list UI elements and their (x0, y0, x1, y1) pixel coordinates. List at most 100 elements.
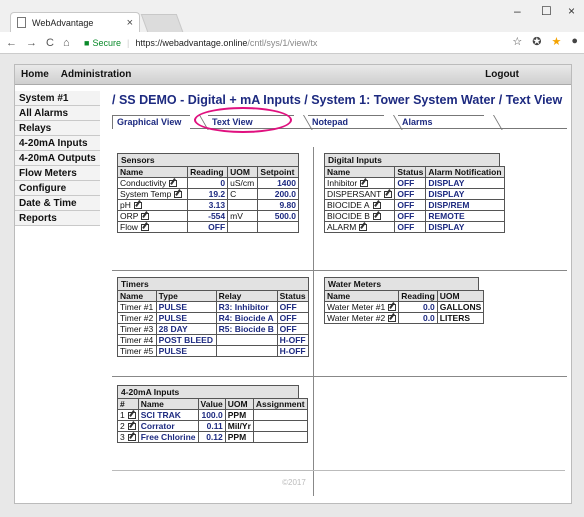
tab-graphical[interactable]: Graphical View (112, 115, 209, 130)
sidebar-item-ma-outputs[interactable]: 4-20mA Outputs (15, 151, 100, 166)
sidebar-item-configure[interactable]: Configure (15, 181, 100, 196)
table-row: pH 3.13 9.80 (116, 199, 299, 211)
timer-status: H-OFF (276, 334, 310, 346)
ma-uom: Mil/Yr (224, 420, 254, 432)
edit-icon[interactable] (169, 180, 178, 188)
tab-close-icon[interactable]: × (127, 17, 133, 29)
ma-num: 1 (120, 410, 125, 420)
edit-icon[interactable] (174, 191, 183, 199)
timers-panel: Timers Name Type Relay Status Timer #1 P… (117, 277, 310, 357)
col-header: Name (323, 166, 396, 178)
back-icon[interactable]: ← (6, 37, 17, 49)
url-field[interactable]: ■ Secure | https://webadvantage.online /… (84, 35, 524, 51)
table-row: Timer #3 28 DAY R5: Biocide B OFF (117, 323, 310, 335)
edit-icon[interactable] (127, 434, 136, 442)
sidebar-item-system[interactable]: System #1 (15, 91, 100, 106)
secure-label: Secure (92, 38, 121, 48)
table-row: Conductivity 0 uS/cm 1400 (116, 177, 299, 189)
col-header: Status (276, 290, 310, 302)
sidebar-item-flow-meters[interactable]: Flow Meters (15, 166, 100, 181)
timer-type: PULSE (155, 312, 217, 324)
browser-tab[interactable]: WebAdvantage × (10, 12, 140, 32)
edit-icon[interactable] (388, 315, 397, 323)
edit-icon[interactable] (133, 202, 142, 210)
timer-relay (215, 345, 278, 357)
extension-star-icon[interactable]: ★ (551, 35, 561, 48)
edit-icon[interactable] (384, 191, 393, 199)
browser-tabbar: WebAdvantage × – ☐ × (0, 0, 584, 32)
tab-alarms[interactable]: Alarms (398, 115, 503, 130)
sidebar-item-reports[interactable]: Reports (15, 211, 100, 226)
ma-assignment (252, 431, 308, 443)
timer-type: 28 DAY (155, 323, 217, 335)
nav-logout[interactable]: Logout (479, 69, 525, 80)
new-tab-button[interactable] (140, 14, 184, 32)
extension-icon[interactable]: ✪ (532, 35, 541, 48)
view-tabs: Graphical View Text View Notepad Alarms (112, 107, 567, 133)
col-header: Alarm Notification (425, 166, 505, 178)
sensor-name: ORP (120, 211, 139, 221)
timer-status: H-OFF (276, 345, 310, 357)
ma-name: SCI TRAK (137, 409, 199, 421)
window-close-button[interactable]: × (568, 4, 575, 18)
sidebar-item-relays[interactable]: Relays (15, 121, 100, 136)
home-icon[interactable]: ⌂ (63, 37, 70, 49)
sensor-name: Flow (120, 222, 138, 232)
timer-name: Timer #2 (117, 312, 157, 324)
input-name: ALARM (327, 222, 357, 232)
col-header: Relay (215, 290, 278, 302)
col-header: Assignment (252, 398, 308, 410)
tab-notepad-label: Notepad (312, 117, 348, 127)
sidebar-item-date-time[interactable]: Date & Time (15, 196, 100, 211)
edit-icon[interactable] (372, 202, 381, 210)
table-row: BIOCIDE B OFF REMOTE (323, 210, 505, 222)
table-row: DISPERSANT OFF DISPLAY (323, 188, 505, 200)
sensor-setpoint: 200.0 (257, 188, 299, 200)
url-host: https://webadvantage.online (135, 38, 248, 48)
nav-administration[interactable]: Administration (55, 69, 138, 80)
edit-icon[interactable] (140, 224, 149, 232)
meter-reading: 0.0 (398, 312, 438, 324)
edit-icon[interactable] (372, 213, 381, 221)
minimize-button[interactable]: – (514, 4, 521, 18)
edit-icon[interactable] (359, 224, 368, 232)
col-header: Reading (398, 290, 438, 302)
input-name: BIOCIDE B (327, 211, 370, 221)
sensor-uom: mV (227, 210, 259, 222)
edit-icon[interactable] (127, 412, 136, 420)
edit-icon[interactable] (360, 180, 369, 188)
sensors-title: Sensors (117, 153, 299, 166)
ma-inputs-panel: 4-20mA Inputs # Name Value UOM Assignmen… (117, 385, 308, 443)
table-row: Timer #2 PULSE R4: Biocide A OFF (117, 312, 310, 324)
col-header: Name (116, 166, 189, 178)
sidebar-item-all-alarms[interactable]: All Alarms (15, 106, 100, 121)
table-row: System Temp 19.2 C 200.0 (116, 188, 299, 200)
ma-name: Free Chlorine (137, 431, 199, 443)
input-name: DISPERSANT (327, 189, 382, 199)
reload-icon[interactable]: C (46, 37, 54, 49)
col-header: Name (323, 290, 400, 302)
edit-icon[interactable] (141, 213, 150, 221)
input-status: OFF (394, 199, 427, 211)
table-row: ORP -554 mV 500.0 (116, 210, 299, 222)
meter-name: Water Meter #2 (327, 313, 386, 323)
timer-relay: R4: Biocide A (215, 312, 278, 324)
forward-icon[interactable]: → (26, 37, 37, 49)
top-nav: Home Administration Logout (15, 65, 571, 85)
page-title: / SS DEMO - Digital + mA Inputs / System… (112, 93, 563, 107)
ma-assignment (252, 409, 308, 421)
sidebar-item-ma-inputs[interactable]: 4-20mA Inputs (15, 136, 100, 151)
edit-icon[interactable] (388, 304, 397, 312)
sensor-name: Conductivity (120, 178, 167, 188)
sensor-uom: uS/cm (227, 177, 259, 189)
star-icon[interactable]: ☆ (512, 35, 522, 48)
sensor-name: pH (120, 200, 131, 210)
tab-notepad[interactable]: Notepad (308, 115, 403, 130)
maximize-button[interactable]: ☐ (541, 4, 552, 18)
nav-home[interactable]: Home (15, 69, 55, 80)
col-header: Value (197, 398, 226, 410)
table-row: 3 Free Chlorine 0.12 PPM (117, 431, 308, 443)
table-row: Timer #5 PULSE H-OFF (117, 345, 310, 357)
edit-icon[interactable] (127, 423, 136, 431)
menu-icon[interactable]: ● (571, 35, 578, 48)
